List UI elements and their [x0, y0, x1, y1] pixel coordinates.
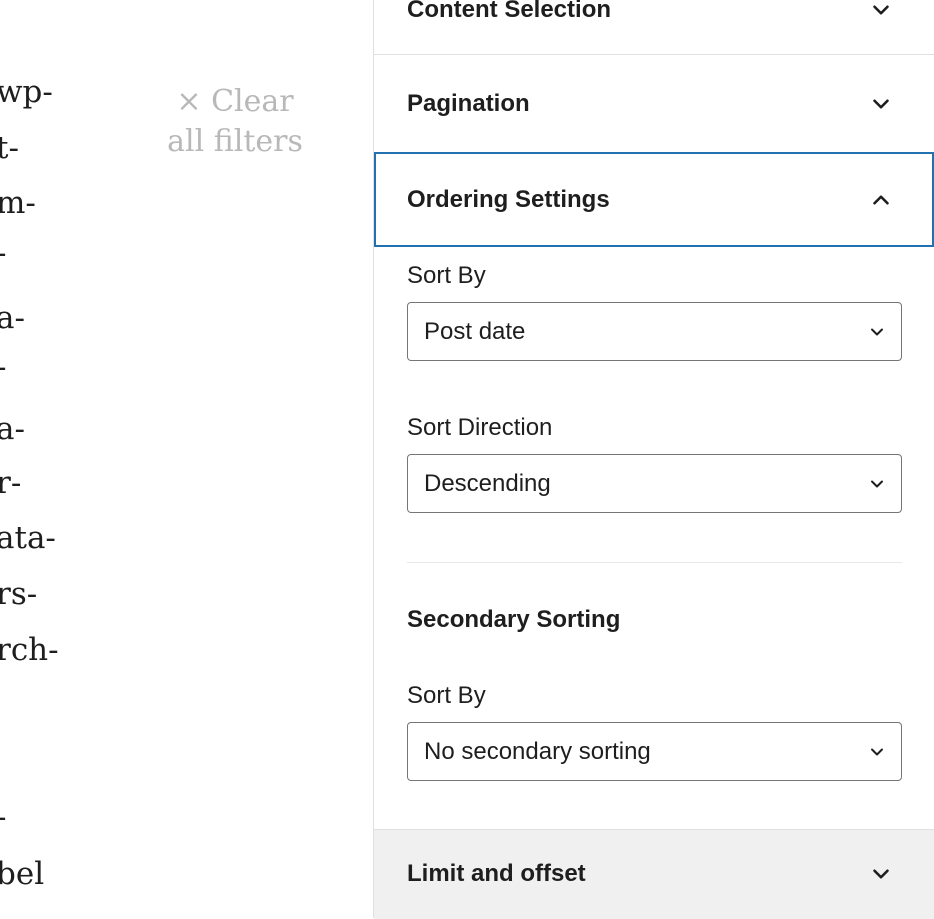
clear-all-filters-link[interactable]: × Clear all filters — [164, 82, 306, 162]
secondary-sort-by-select[interactable]: No secondary sorting — [407, 722, 902, 781]
chevron-down-icon — [871, 328, 883, 335]
canvas-text-fragment: m- — [0, 185, 36, 221]
chevron-down-icon — [871, 748, 883, 755]
sort-by-value: Post date — [424, 317, 526, 345]
canvas-text-fragment: a- — [0, 411, 25, 447]
canvas-text-fragment: r- — [0, 465, 22, 501]
panel-limit-offset[interactable]: Limit and offset — [374, 830, 934, 918]
panel-ordering-settings[interactable]: Ordering Settings — [374, 152, 934, 247]
chevron-up-icon — [873, 194, 889, 205]
chevron-down-icon — [873, 869, 889, 879]
canvas-text-fragment: - — [0, 352, 6, 383]
panel-title: Content Selection — [407, 0, 612, 23]
panel-title: Ordering Settings — [407, 185, 610, 213]
canvas-text-fragment: rch- — [0, 632, 59, 668]
secondary-sort-by-value: No secondary sorting — [424, 737, 651, 765]
panel-content-selection[interactable]: Content Selection — [374, 0, 934, 36]
secondary-sorting-heading: Secondary Sorting — [407, 606, 621, 633]
chevron-down-icon — [871, 480, 883, 487]
chevron-down-icon — [873, 5, 889, 15]
sort-direction-label: Sort Direction — [407, 414, 553, 441]
panel-pagination[interactable]: Pagination — [374, 55, 934, 152]
canvas-text-fragment: rs- — [0, 576, 38, 612]
section-divider — [407, 562, 902, 563]
panel-title: Pagination — [407, 89, 530, 117]
canvas-text-fragment: bel — [0, 856, 45, 892]
chevron-down-icon — [873, 98, 889, 109]
canvas-text-fragment: - — [0, 238, 6, 269]
canvas-text-fragment: wp- — [0, 74, 53, 110]
canvas-text-fragment: ata- — [0, 520, 56, 556]
block-settings-sidebar: Content Selection Pagination Ordering Se… — [373, 0, 934, 919]
sort-direction-select[interactable]: Descending — [407, 454, 902, 513]
editor-canvas: wp- t- m- - a- - a- r- ata- rs- rch- - b… — [0, 0, 373, 918]
canvas-text-fragment: a- — [0, 300, 25, 336]
secondary-sort-by-label: Sort By — [407, 682, 486, 709]
sort-direction-value: Descending — [424, 469, 551, 497]
sort-by-select[interactable]: Post date — [407, 302, 902, 361]
sort-by-label: Sort By — [407, 262, 486, 289]
canvas-text-fragment: t- — [0, 130, 19, 166]
canvas-text-fragment: - — [0, 802, 6, 833]
panel-title: Limit and offset — [407, 860, 586, 887]
